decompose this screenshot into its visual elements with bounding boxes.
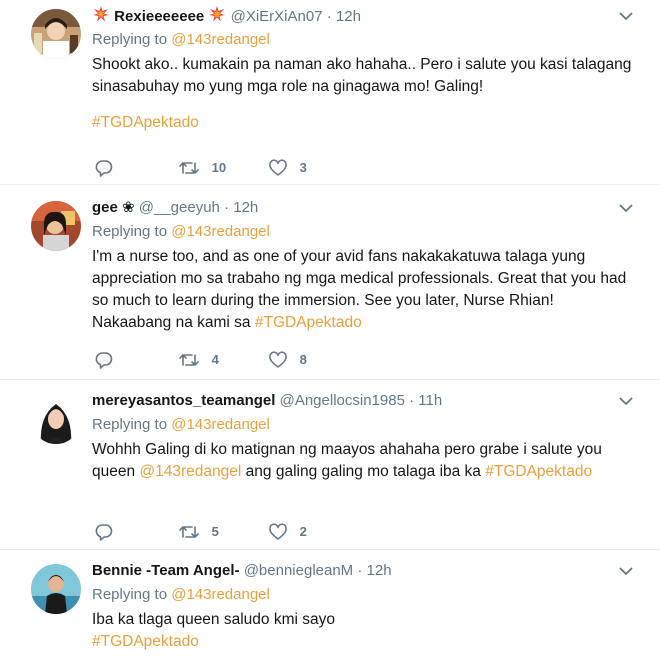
retweet-count: 5 [211, 523, 219, 539]
timestamp[interactable]: 12h [367, 562, 392, 579]
tweet-text: I'm a nurse too, and as one of your avid… [92, 246, 634, 334]
avatar[interactable] [31, 564, 81, 614]
reply-icon [94, 523, 114, 541]
retweet-button[interactable]: 4 [178, 348, 219, 370]
tweet-text: Wohhh Galing di ko matignan ng maayos ah… [92, 439, 634, 483]
replying-to-label: Replying to [92, 31, 168, 48]
tweet-text: Iba ka tlaga queen saludo kmi sayo #TGDA… [92, 609, 634, 653]
retweet-icon [178, 523, 204, 538]
mention-link[interactable]: @143redangel [139, 463, 241, 480]
tweet-body: Iba ka tlaga queen saludo kmi sayo [92, 611, 335, 628]
tweet[interactable]: Bennie -Team Angel- @bennieglеanM · 12h … [0, 550, 660, 660]
replying-to-label: Replying to [92, 223, 168, 240]
like-count: 3 [299, 159, 307, 175]
chevron-down-icon[interactable] [618, 563, 634, 579]
tweet[interactable]: gee ❀ @__geeyuh · 12h Replying to @143re… [0, 185, 660, 380]
separator: · [409, 392, 415, 409]
retweet-icon [178, 159, 204, 174]
anger-symbol-icon [208, 5, 226, 30]
username[interactable]: @XiErXiAn07 [231, 8, 323, 25]
reply-feed: Rexieeeeeee @XiErXiAn07 · 12h Replying t… [0, 0, 660, 660]
chevron-down-icon[interactable] [618, 8, 634, 24]
username[interactable]: @__geeyuh [139, 199, 220, 216]
chevron-down-icon[interactable] [618, 393, 634, 409]
hashtag-link[interactable]: #TGDApektado [255, 314, 362, 331]
reply-button[interactable] [94, 156, 114, 178]
reply-button[interactable] [94, 520, 114, 542]
hashtag-link[interactable]: #TGDApektado [485, 463, 592, 480]
tweet-header: mereyasantos_teamangel @Angellocsin1985 … [92, 390, 634, 412]
replying-to-link[interactable]: @143redangel [171, 416, 270, 433]
like-count: 8 [299, 351, 307, 367]
heart-icon [268, 351, 292, 368]
anger-symbol-icon [92, 5, 110, 30]
timestamp[interactable]: 12h [336, 8, 361, 25]
replying-to: Replying to @143redangel [92, 222, 634, 242]
display-name[interactable]: gee ❀ [92, 199, 135, 216]
tweet-body-continued: ang galing galing mo talaga iba ka [245, 463, 481, 480]
timestamp[interactable]: 12h [233, 199, 258, 216]
display-name[interactable]: Bennie -Team Angel- [92, 562, 240, 579]
hashtag-link[interactable]: #TGDApektado [92, 631, 634, 653]
tweet[interactable]: Rexieeeeeee @XiErXiAn07 · 12h Replying t… [0, 0, 660, 185]
like-button[interactable]: 8 [268, 348, 307, 370]
avatar[interactable] [31, 201, 81, 251]
separator: · [357, 562, 363, 579]
hashtag-link[interactable]: #TGDApektado [92, 114, 199, 131]
tweet[interactable]: mereyasantos_teamangel @Angellocsin1985 … [0, 380, 660, 550]
tweet-header: gee ❀ @__geeyuh · 12h [92, 197, 634, 219]
reply-icon [94, 351, 114, 369]
username[interactable]: @Angellocsin1985 [280, 392, 405, 409]
replying-to: Replying to @143redangel [92, 415, 634, 435]
heart-icon [268, 159, 292, 176]
like-count: 2 [299, 523, 307, 539]
username[interactable]: @bennieglеanM [244, 562, 353, 579]
replying-to-label: Replying to [92, 416, 168, 433]
reply-button[interactable] [94, 348, 114, 370]
display-name[interactable]: mereyasantos_teamangel [92, 392, 275, 409]
tweet-body: Shookt ako.. kumakain pa naman ako hahah… [92, 56, 632, 95]
tweet-header: Bennie -Team Angel- @bennieglеanM · 12h [92, 560, 634, 582]
separator: · [326, 8, 332, 25]
tweet-header: Rexieeeeeee @XiErXiAn07 · 12h [92, 5, 634, 27]
avatar[interactable] [31, 9, 81, 59]
tweet-hashtag-line: #TGDApektado [92, 112, 634, 134]
display-name[interactable]: Rexieeeeeee [114, 8, 204, 25]
tweet-text: Shookt ako.. kumakain pa naman ako hahah… [92, 54, 634, 98]
like-button[interactable]: 2 [268, 520, 307, 542]
retweet-button[interactable]: 10 [178, 156, 226, 178]
timestamp[interactable]: 11h [418, 392, 442, 409]
reply-icon [94, 159, 114, 177]
like-button[interactable]: 3 [268, 156, 307, 178]
retweet-icon [178, 351, 204, 366]
replying-to-label: Replying to [92, 586, 168, 603]
replying-to: Replying to @143redangel [92, 585, 634, 605]
retweet-count: 10 [211, 159, 227, 175]
avatar[interactable] [31, 394, 81, 444]
chevron-down-icon[interactable] [618, 200, 634, 216]
replying-to-link[interactable]: @143redangel [171, 586, 270, 603]
retweet-count: 4 [211, 351, 219, 367]
separator: · [224, 199, 230, 216]
heart-icon [268, 523, 292, 540]
replying-to-link[interactable]: @143redangel [171, 31, 270, 48]
replying-to: Replying to @143redangel [92, 30, 634, 50]
retweet-button[interactable]: 5 [178, 520, 219, 542]
replying-to-link[interactable]: @143redangel [171, 223, 270, 240]
